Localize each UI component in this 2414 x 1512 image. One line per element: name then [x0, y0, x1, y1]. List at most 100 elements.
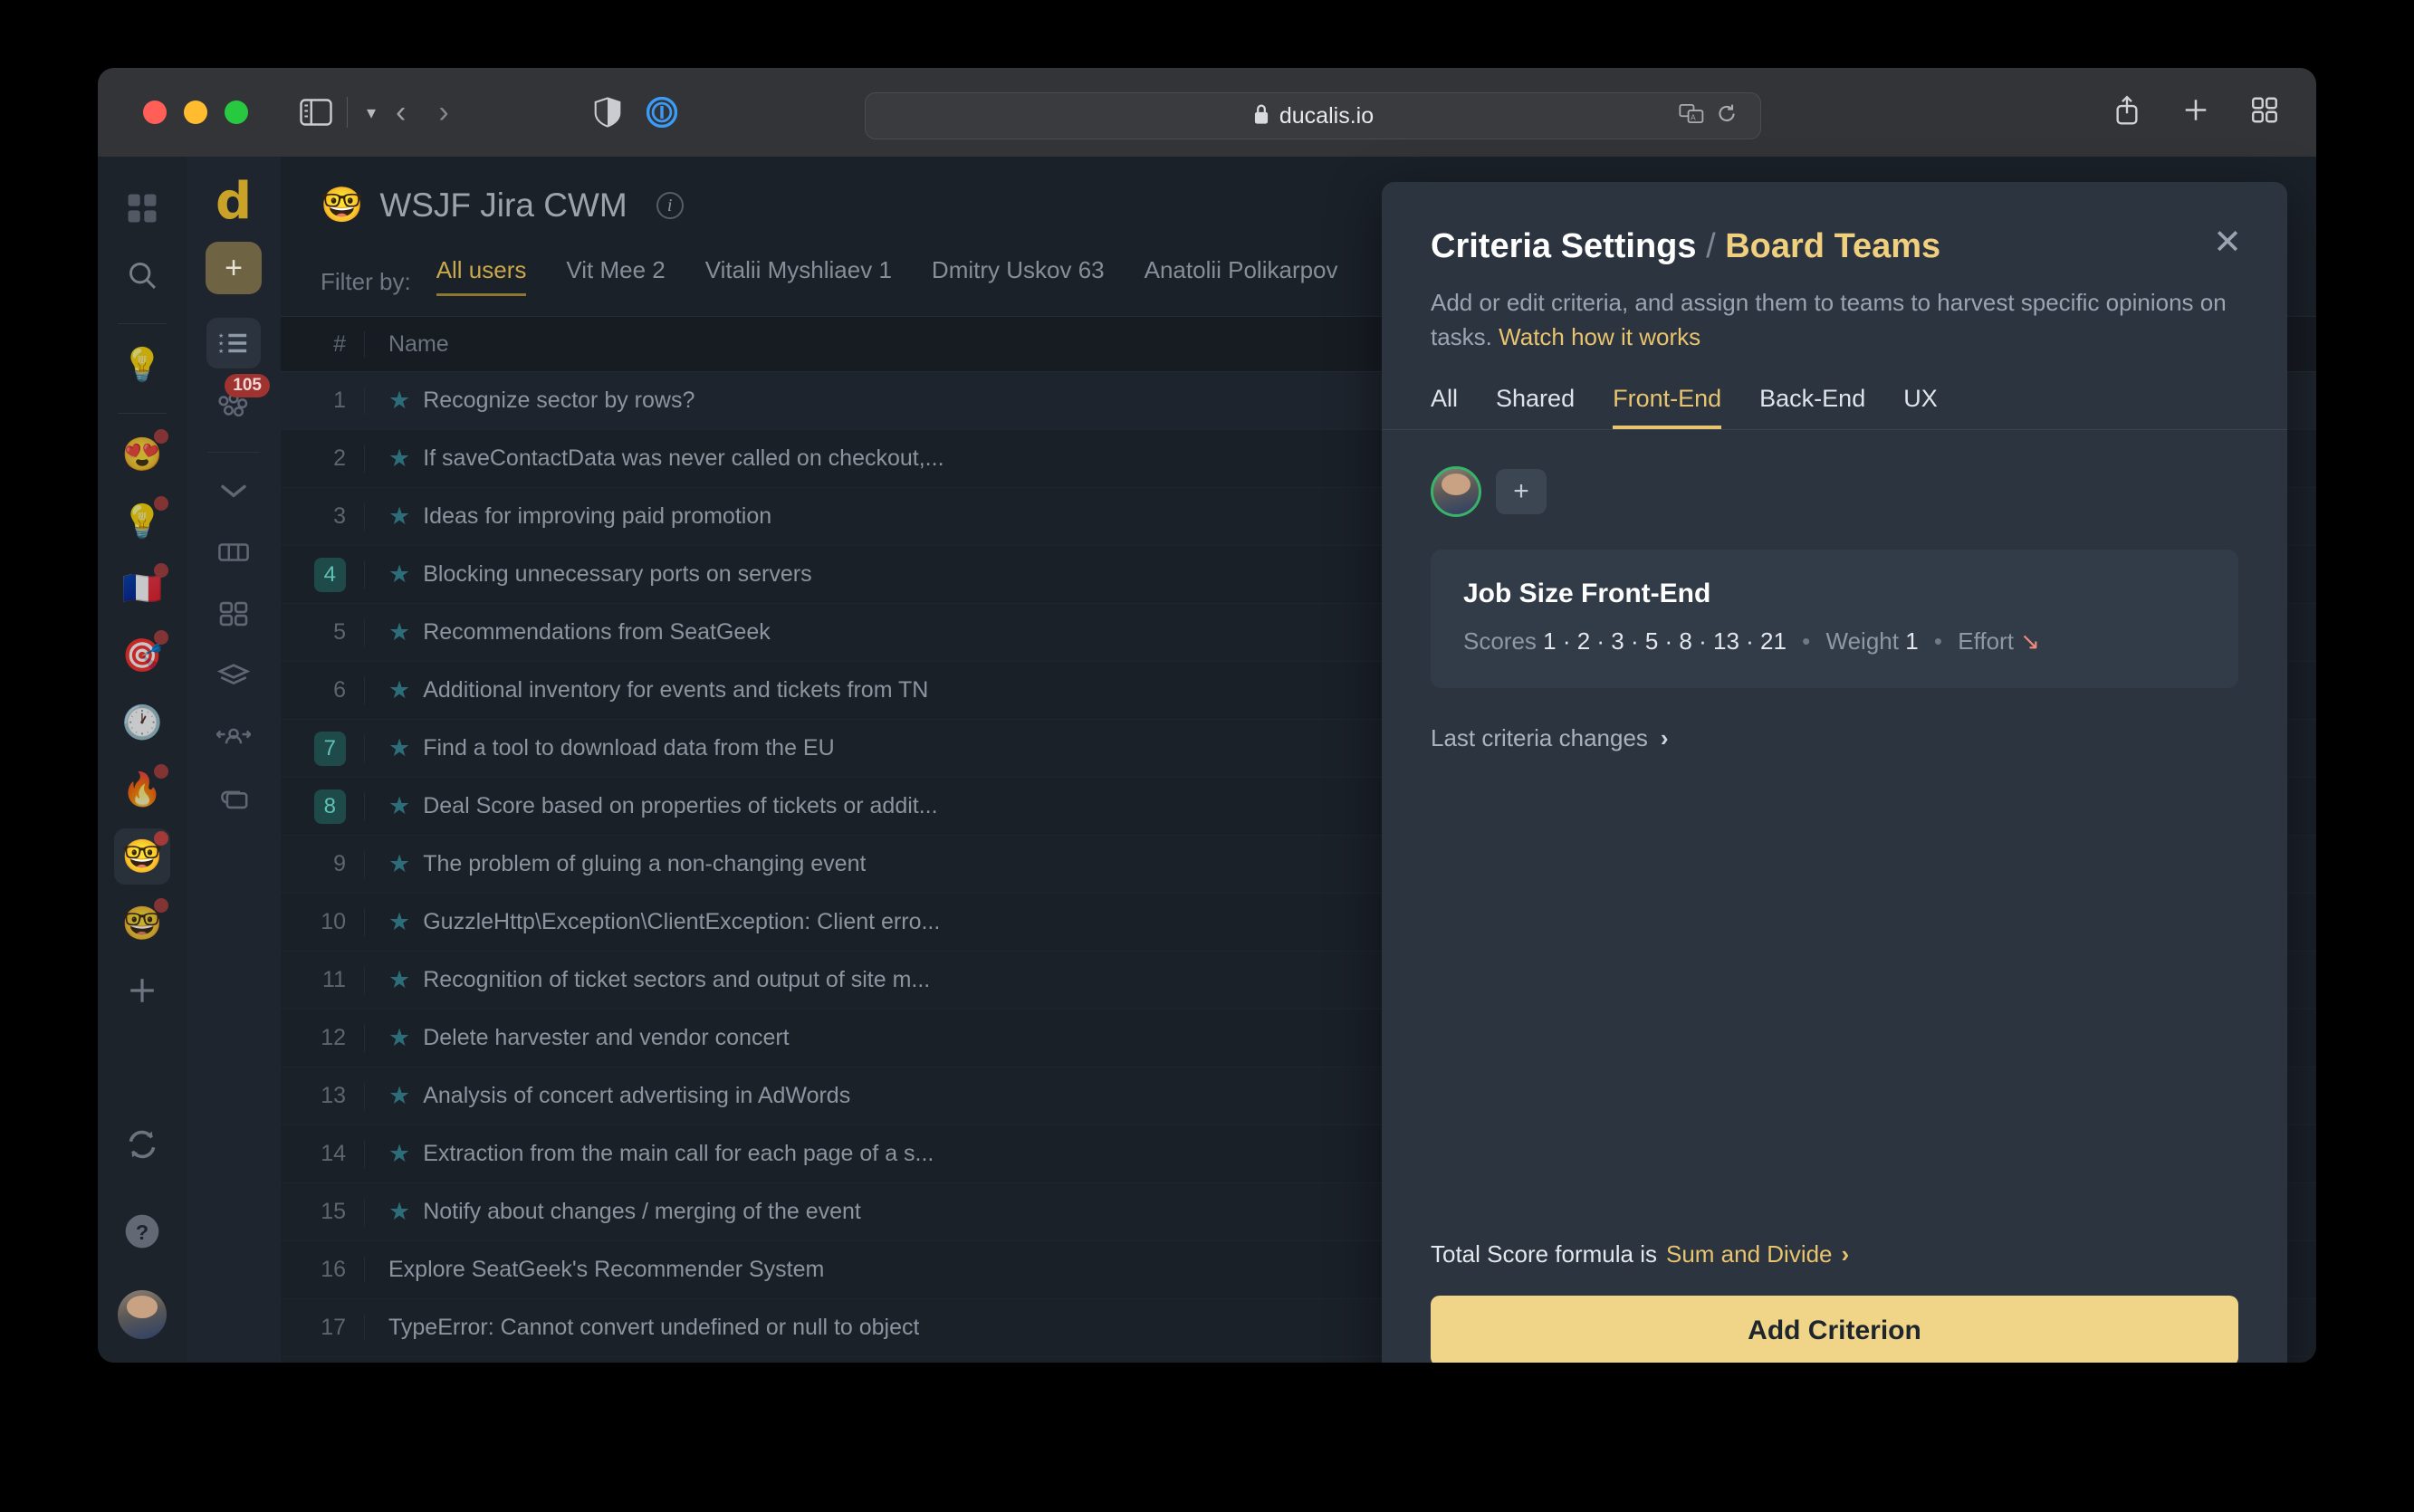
criterion-weight-label: Weight — [1825, 627, 1899, 656]
share-icon[interactable] — [2113, 95, 2141, 130]
layers-view-icon[interactable] — [206, 650, 261, 701]
idea-bulb-icon[interactable]: 💡 — [114, 337, 170, 393]
board-flag-fr-icon[interactable]: 🇫🇷 — [114, 560, 170, 617]
board-fire-icon[interactable]: 🔥 — [114, 761, 170, 818]
toolbar-divider — [347, 97, 348, 128]
board-nerd-active-icon[interactable]: 🤓 — [114, 828, 170, 885]
star-icon[interactable]: ★ — [388, 966, 410, 994]
board-nerd-icon[interactable]: 🤓 — [114, 895, 170, 952]
back-chevron-icon[interactable]: ‹ — [396, 95, 406, 130]
task-name-text: Explore SeatGeek's Recommender System — [388, 1257, 825, 1282]
tab-back-end[interactable]: Back-End — [1759, 385, 1865, 429]
formula-value-link[interactable]: Sum and Divide — [1666, 1240, 1833, 1268]
task-name-text: Delete harvester and vendor concert — [423, 1025, 790, 1050]
chevron-down-icon[interactable]: ▾ — [367, 101, 376, 124]
star-icon[interactable]: ★ — [388, 734, 410, 762]
filter-item-all-users[interactable]: All users — [436, 256, 527, 296]
star-icon[interactable]: ★ — [388, 908, 410, 936]
panel-title-accent[interactable]: Board Teams — [1725, 227, 1940, 265]
sidebar-toggle-icon[interactable] — [300, 99, 332, 126]
board-emoji-icon: 🤓 — [321, 187, 364, 225]
filter-item-dmitry-uskov[interactable]: Dmitry Uskov 63 — [932, 256, 1105, 296]
notification-dot — [154, 764, 168, 779]
shield-icon[interactable] — [594, 97, 621, 128]
column-header-number[interactable]: # — [281, 331, 364, 358]
row-number: 12 — [321, 1025, 346, 1050]
row-number-badge: 8 — [313, 789, 346, 824]
board-bulb-icon[interactable]: 💡 — [114, 493, 170, 550]
reload-icon[interactable] — [1717, 104, 1737, 129]
criterion-scores-label: Scores — [1463, 627, 1537, 656]
row-number: 10 — [321, 909, 346, 934]
star-icon[interactable]: ★ — [388, 676, 410, 704]
team-member-avatar[interactable] — [1431, 466, 1481, 518]
add-item-button[interactable]: + — [206, 242, 262, 294]
team-align-icon[interactable] — [206, 712, 261, 762]
star-icon[interactable]: ★ — [388, 1140, 410, 1168]
tab-ux[interactable]: UX — [1903, 385, 1938, 429]
star-icon[interactable]: ★ — [388, 850, 410, 878]
add-team-member-button[interactable]: + — [1496, 469, 1547, 515]
add-board-icon[interactable] — [114, 962, 170, 1019]
plus-icon[interactable] — [2182, 97, 2209, 129]
columns-view-icon[interactable] — [206, 527, 261, 578]
tab-front-end[interactable]: Front-End — [1613, 385, 1722, 430]
ducalis-logo[interactable]: d — [216, 177, 252, 227]
board-dart-icon[interactable]: 🎯 — [114, 627, 170, 684]
tab-shared[interactable]: Shared — [1496, 385, 1575, 429]
forward-chevron-icon[interactable]: › — [438, 95, 448, 130]
privacy-report-icon[interactable] — [646, 97, 677, 128]
help-icon[interactable]: ? — [114, 1203, 170, 1259]
star-icon[interactable]: ★ — [388, 502, 410, 531]
close-icon[interactable]: ✕ — [2213, 225, 2242, 260]
row-number: 8 — [281, 789, 364, 824]
grid-view-icon[interactable] — [206, 589, 261, 639]
star-icon[interactable]: ★ — [388, 1082, 410, 1110]
task-name-text: Extraction from the main call for each p… — [423, 1141, 934, 1166]
star-icon[interactable]: ★ — [388, 792, 410, 820]
apps-grid-icon[interactable] — [114, 180, 170, 236]
list-view-icon[interactable]: ★ ★ ★ — [206, 318, 261, 368]
tab-overview-icon[interactable] — [2251, 97, 2278, 129]
row-number: 11 — [322, 967, 346, 992]
safari-window: ▾ ‹ › ducalis.io A 💡 😍 💡 🇫🇷 🎯 🕐 🔥 🤓 🤓 ? … — [98, 68, 2316, 1363]
filter-item-vitalii-myshliaev[interactable]: Vitalii Myshliaev 1 — [705, 256, 892, 296]
criterion-card[interactable]: Job Size Front-End Scores 1 · 2 · 3 · 5 … — [1431, 550, 2238, 689]
filter-label: Filter by: — [321, 268, 411, 295]
translate-icon[interactable]: A — [1679, 103, 1704, 129]
star-icon[interactable]: ★ — [388, 445, 410, 473]
board-heart-eyes-icon[interactable]: 😍 — [114, 426, 170, 483]
meta-bullet: • — [1802, 627, 1811, 656]
copy-board-icon[interactable] — [206, 773, 261, 824]
star-icon[interactable]: ★ — [388, 387, 410, 415]
alignment-count-badge: 105 — [225, 374, 270, 397]
chevron-down-icon[interactable] — [206, 465, 261, 516]
star-icon[interactable]: ★ — [388, 1198, 410, 1226]
star-icon[interactable]: ★ — [388, 1024, 410, 1052]
row-number: 7 — [281, 731, 364, 766]
chevron-right-icon: › — [1660, 724, 1669, 752]
address-bar[interactable]: ducalis.io A — [865, 92, 1761, 139]
filter-item-vit-mee[interactable]: Vit Mee 2 — [566, 256, 665, 296]
watch-how-it-works-link[interactable]: Watch how it works — [1499, 323, 1700, 350]
close-window-button[interactable] — [143, 100, 167, 124]
minimize-window-button[interactable] — [184, 100, 207, 124]
filter-item-anatolii-polikarpov[interactable]: Anatolii Polikarpov — [1145, 256, 1338, 296]
add-criterion-button[interactable]: Add Criterion — [1431, 1296, 2238, 1363]
info-icon[interactable]: i — [656, 192, 684, 219]
tab-all[interactable]: All — [1431, 385, 1458, 429]
board-clock-icon[interactable]: 🕐 — [114, 694, 170, 751]
sync-icon[interactable] — [114, 1116, 170, 1172]
lock-icon — [1252, 103, 1270, 129]
star-icon[interactable]: ★ — [388, 618, 410, 646]
row-number: 5 — [333, 619, 346, 645]
alignment-icon[interactable]: 105 — [206, 374, 270, 430]
safari-toolbar: ▾ ‹ › ducalis.io A — [98, 68, 2316, 157]
star-icon[interactable]: ★ — [388, 560, 410, 589]
last-criteria-changes-link[interactable]: Last criteria changes › — [1431, 724, 2238, 752]
total-score-formula: Total Score formula is Sum and Divide › — [1431, 1240, 2238, 1268]
user-avatar[interactable] — [118, 1290, 167, 1339]
maximize-window-button[interactable] — [225, 100, 248, 124]
search-icon[interactable] — [114, 247, 170, 303]
criterion-scores-value: 1 · 2 · 3 · 5 · 8 · 13 · 21 — [1543, 627, 1787, 656]
